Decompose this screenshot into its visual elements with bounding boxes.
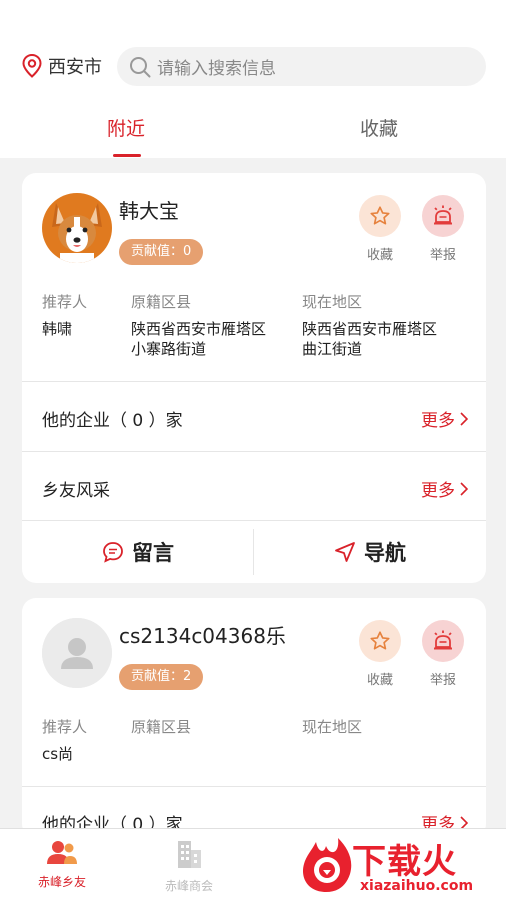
enterprise-more-link[interactable]: 更多	[421, 406, 468, 431]
chevron-right-icon	[460, 411, 468, 426]
tab-label: 赤峰乡友	[37, 875, 86, 889]
search-placeholder: 请输入搜索信息	[157, 59, 276, 79]
report-label: 举报	[429, 248, 456, 263]
report-circle	[422, 620, 464, 662]
city-label: 西安市	[48, 57, 102, 78]
member-name: cs2134c04368乐	[119, 624, 286, 648]
message-label: 留言	[132, 541, 174, 565]
report-label: 举报	[429, 673, 456, 688]
current-area-header: 现在地区	[302, 718, 363, 736]
report-circle	[422, 195, 464, 237]
tab-chamber-of-commerce[interactable]: 赤峰商会	[149, 839, 229, 894]
watermark-text: 下载火	[352, 842, 457, 882]
corgi-dog-avatar-icon	[42, 193, 112, 263]
divider	[22, 381, 486, 382]
origin-line2: 小寨路街道	[131, 340, 207, 358]
people-icon	[47, 841, 77, 864]
location-pin-icon	[22, 54, 42, 78]
favorite-label: 收藏	[366, 248, 393, 263]
member-name: 韩大宝	[119, 199, 179, 223]
origin-header: 原籍区县	[131, 293, 192, 311]
origin-line1: 陕西省西安市雁塔区	[131, 320, 267, 338]
hometown-style-label: 乡友风采	[42, 481, 110, 501]
referrer-header: 推荐人	[42, 718, 88, 736]
more-label: 更多	[421, 481, 455, 501]
divider	[22, 451, 486, 452]
chat-bubble-icon	[103, 542, 123, 563]
current-line2: 曲江街道	[302, 340, 363, 358]
navigate-label: 导航	[364, 541, 406, 565]
current-area-header: 现在地区	[302, 293, 363, 311]
tab-label: 赤峰商会	[164, 879, 213, 893]
favorite-label: 收藏	[366, 673, 393, 688]
origin-header: 原籍区县	[131, 718, 192, 736]
alarm-siren-icon	[434, 205, 452, 225]
report-button[interactable]: 举报	[421, 620, 465, 688]
star-icon	[370, 206, 390, 225]
avatar[interactable]	[42, 618, 112, 688]
divider	[22, 786, 486, 787]
hometown-style-more-link[interactable]: 更多	[421, 476, 468, 501]
origin-value: 陕西省西安市雁塔区 小寨路街道	[131, 319, 266, 359]
contribution-badge: 贡献值：2	[119, 664, 204, 690]
active-tab-indicator	[113, 154, 141, 157]
referrer-value: 韩啸	[42, 320, 73, 338]
default-user-avatar-icon	[42, 618, 112, 688]
referrer-header: 推荐人	[42, 293, 88, 311]
navigation-arrow-icon	[335, 542, 355, 562]
favorite-circle	[359, 195, 401, 237]
report-button[interactable]: 举报	[421, 195, 465, 263]
member-card[interactable]: 韩大宝 贡献值：0 收藏 举报 推荐人 原籍区县 现在地区 韩啸 陕西省西安市雁…	[22, 173, 486, 583]
search-input[interactable]: 请输入搜索信息	[117, 47, 486, 86]
star-icon	[370, 631, 390, 650]
alarm-siren-icon	[434, 630, 452, 650]
chevron-right-icon	[460, 481, 468, 496]
favorite-button[interactable]: 收藏	[358, 620, 402, 688]
message-button[interactable]: 留言	[22, 521, 254, 583]
favorite-circle	[359, 620, 401, 662]
contribution-badge: 贡献值：0	[119, 239, 204, 265]
building-icon	[178, 841, 201, 868]
avatar[interactable]	[42, 193, 112, 263]
flame-logo-icon	[302, 838, 352, 892]
favorite-button[interactable]: 收藏	[358, 195, 402, 263]
more-label: 更多	[421, 411, 455, 431]
navigate-button[interactable]: 导航	[254, 521, 486, 583]
search-icon	[130, 56, 151, 77]
top-header: 西安市 请输入搜索信息 附近 收藏	[0, 0, 506, 158]
current-area-value: 陕西省西安市雁塔区 曲江街道	[302, 319, 437, 359]
watermark-url: xiazaihuo.com	[360, 878, 474, 894]
member-card[interactable]: cs2134c04368乐 贡献值：2 收藏 举报 推荐人 原籍区县 现在地区 …	[22, 598, 486, 838]
tab-hometown-friends[interactable]: 赤峰乡友	[22, 839, 102, 890]
city-selector[interactable]: 西安市	[22, 52, 102, 80]
tab-favorites[interactable]: 收藏	[360, 114, 398, 141]
tab-nearby[interactable]: 附近	[107, 114, 145, 141]
referrer-value: cs尚	[42, 745, 74, 763]
enterprise-label: 他的企业（ 0 ）家	[42, 411, 183, 431]
current-line1: 陕西省西安市雁塔区	[302, 320, 438, 338]
watermark-logo: 下载火 xiazaihuo.com	[294, 832, 504, 898]
